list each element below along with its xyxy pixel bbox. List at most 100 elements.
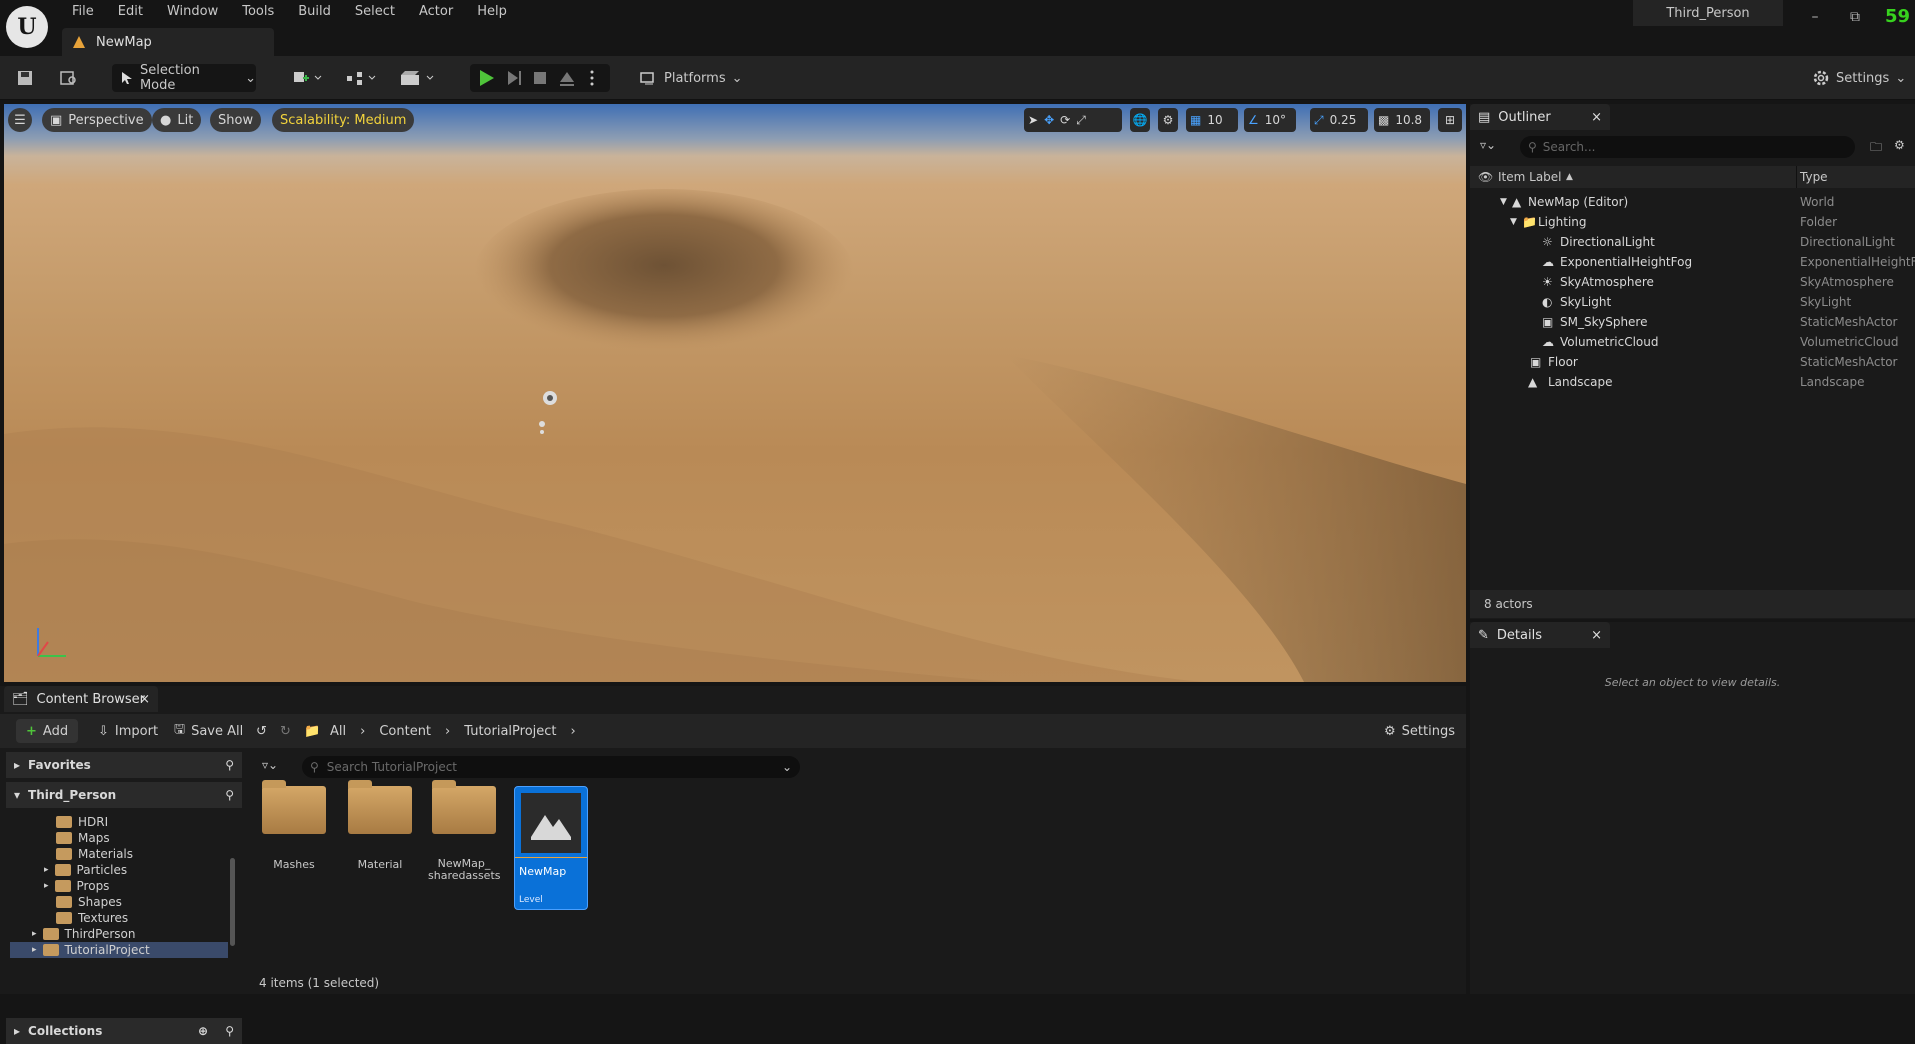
- asset-folder[interactable]: Material: [344, 780, 416, 871]
- outliner-row[interactable]: ▼ 📁 Lighting Folder: [1470, 212, 1915, 232]
- platforms-dropdown[interactable]: Platforms ⌄: [640, 64, 743, 92]
- blueprint-icon[interactable]: [344, 68, 380, 88]
- menu-tools[interactable]: Tools: [230, 0, 286, 24]
- step-icon[interactable]: [508, 71, 521, 85]
- outliner-row[interactable]: ☀ SkyAtmosphere SkyAtmosphere: [1470, 272, 1915, 292]
- expand-arrow-icon[interactable]: ▼: [1500, 197, 1507, 207]
- tree-item-thirdperson[interactable]: ▸ ThirdPerson: [32, 926, 135, 942]
- restore-icon[interactable]: ⧉: [1840, 4, 1870, 30]
- menu-edit[interactable]: Edit: [106, 0, 155, 24]
- lit-button[interactable]: ● Lit: [152, 108, 202, 132]
- search-icon[interactable]: ⚲: [225, 1024, 234, 1038]
- level-viewport[interactable]: ☰ ▣ Perspective ● Lit Show Scalability: …: [4, 104, 1466, 682]
- tree-item-textures[interactable]: Textures: [56, 910, 128, 926]
- camera-speed-button[interactable]: ▩ 10.8: [1374, 108, 1430, 132]
- type-column[interactable]: Type: [1800, 170, 1828, 184]
- breadcrumb-item[interactable]: TutorialProject: [464, 724, 556, 739]
- history-back-icon[interactable]: ↺: [256, 719, 267, 743]
- gear-icon[interactable]: ⚙: [1894, 138, 1905, 152]
- scale-snap-button[interactable]: ⤢ 0.25: [1310, 108, 1368, 132]
- tree-item-materials[interactable]: Materials: [56, 846, 133, 862]
- outliner-row[interactable]: ☁ VolumetricCloud VolumetricCloud: [1470, 332, 1915, 352]
- outliner-row[interactable]: ▲ Landscape Landscape: [1470, 372, 1915, 392]
- tree-item-hdri[interactable]: HDRI: [56, 814, 108, 830]
- surface-snap-icon[interactable]: ⚙: [1158, 108, 1178, 132]
- selection-mode-dropdown[interactable]: Selection Mode ⌄: [112, 63, 256, 93]
- folder-icon[interactable]: 📁: [304, 719, 320, 743]
- tree-item-shapes[interactable]: Shapes: [56, 894, 122, 910]
- asset-level-selected[interactable]: NewMap Level: [514, 786, 588, 910]
- browse-icon[interactable]: [58, 68, 80, 88]
- breadcrumb-item[interactable]: Content: [379, 724, 431, 739]
- eject-icon[interactable]: [560, 72, 574, 86]
- unreal-logo-icon[interactable]: U: [6, 6, 48, 48]
- content-browser-tab[interactable]: 🗂 Content Browser ×: [4, 686, 158, 712]
- project-root-section[interactable]: ▾ Third_Person ⚲: [6, 782, 242, 808]
- add-button[interactable]: + Add: [16, 719, 79, 743]
- play-icon[interactable]: [480, 70, 494, 86]
- tree-item-tutorialproject[interactable]: ▸ TutorialProject: [10, 942, 228, 958]
- rotation-snap-button[interactable]: ∠ 10°: [1244, 108, 1296, 132]
- outliner-row[interactable]: ☁ ExponentialHeightFog ExponentialHeight…: [1470, 252, 1915, 272]
- outliner-row[interactable]: ▣ SM_SkySphere StaticMeshActor: [1470, 312, 1915, 332]
- filter-icon[interactable]: ▿⌄: [1480, 138, 1496, 152]
- level-document-tab[interactable]: NewMap: [62, 28, 274, 56]
- perspective-button[interactable]: ▣ Perspective: [42, 108, 152, 132]
- outliner-row[interactable]: ☼ DirectionalLight DirectionalLight: [1470, 232, 1915, 252]
- grid-snap-button[interactable]: ▦ 10: [1186, 108, 1238, 132]
- save-icon[interactable]: [14, 68, 36, 88]
- close-icon[interactable]: ×: [1591, 628, 1602, 643]
- breadcrumb-item[interactable]: All: [330, 724, 346, 739]
- tree-item-props[interactable]: ▸ Props: [44, 878, 109, 894]
- add-collection-icon[interactable]: ⊕: [198, 1024, 208, 1038]
- expand-arrow-icon[interactable]: ▼: [1510, 217, 1517, 227]
- history-forward-icon[interactable]: ↻: [280, 719, 291, 743]
- search-icon[interactable]: ⚲: [225, 758, 234, 772]
- new-folder-icon[interactable]: 🗀: [1870, 138, 1882, 159]
- rotate-tool-icon[interactable]: ⟳: [1060, 113, 1070, 127]
- show-button[interactable]: Show: [210, 108, 262, 132]
- item-label-column[interactable]: Item Label: [1498, 170, 1562, 184]
- search-icon[interactable]: ⚲: [225, 788, 234, 802]
- close-icon[interactable]: ×: [139, 692, 150, 707]
- world-space-icon[interactable]: 🌐: [1130, 108, 1150, 132]
- cinematics-icon[interactable]: [398, 68, 438, 88]
- player-start-icon[interactable]: [530, 384, 560, 444]
- visibility-eye-icon[interactable]: 👁: [1478, 170, 1493, 184]
- outliner-row[interactable]: ▼ ▲ NewMap (Editor) World: [1470, 192, 1915, 212]
- outliner-tab[interactable]: ▤ Outliner ×: [1470, 104, 1610, 130]
- content-search-input[interactable]: ⚲ Search TutorialProject ⌄: [302, 756, 800, 778]
- asset-folder[interactable]: NewMap_ sharedassets: [428, 780, 501, 882]
- outliner-row[interactable]: ◐ SkyLight SkyLight: [1470, 292, 1915, 312]
- menu-window[interactable]: Window: [155, 0, 230, 24]
- outliner-row[interactable]: ▣ Floor StaticMeshActor: [1470, 352, 1915, 372]
- select-tool-icon[interactable]: ➤: [1028, 113, 1038, 127]
- tree-item-particles[interactable]: ▸ Particles: [44, 862, 127, 878]
- tree-scrollbar[interactable]: [230, 858, 235, 946]
- minimize-icon[interactable]: –: [1800, 4, 1830, 30]
- filter-icon[interactable]: ▿⌄: [262, 758, 278, 772]
- menu-help[interactable]: Help: [465, 0, 519, 24]
- stop-icon[interactable]: [534, 72, 546, 84]
- content-settings-button[interactable]: ⚙ Settings: [1384, 719, 1455, 743]
- settings-dropdown[interactable]: Settings ⌄: [1812, 64, 1906, 92]
- save-all-button[interactable]: 🖫 Save All: [174, 719, 243, 743]
- close-icon[interactable]: ×: [1591, 110, 1602, 125]
- move-tool-icon[interactable]: ✥: [1044, 113, 1054, 127]
- menu-select[interactable]: Select: [343, 0, 407, 24]
- menu-actor[interactable]: Actor: [407, 0, 465, 24]
- collections-section[interactable]: ▸ Collections ⊕ ⚲: [6, 1018, 242, 1044]
- scalability-button[interactable]: Scalability: Medium: [272, 108, 415, 132]
- scale-tool-icon[interactable]: ⤢: [1076, 113, 1086, 128]
- menu-build[interactable]: Build: [286, 0, 343, 24]
- details-tab[interactable]: ✎ Details ×: [1470, 622, 1610, 648]
- favorites-section[interactable]: ▸ Favorites ⚲: [6, 752, 242, 778]
- tree-item-maps[interactable]: Maps: [56, 830, 110, 846]
- menu-file[interactable]: File: [60, 0, 106, 24]
- viewport-layout-icon[interactable]: ⊞: [1438, 108, 1462, 132]
- import-button[interactable]: ⇩ Import: [98, 719, 158, 743]
- outliner-search-input[interactable]: ⚲ Search...: [1520, 136, 1855, 158]
- viewport-menu-button[interactable]: ☰: [8, 108, 32, 132]
- add-actor-icon[interactable]: [290, 68, 326, 88]
- asset-folder[interactable]: Mashes: [258, 780, 330, 871]
